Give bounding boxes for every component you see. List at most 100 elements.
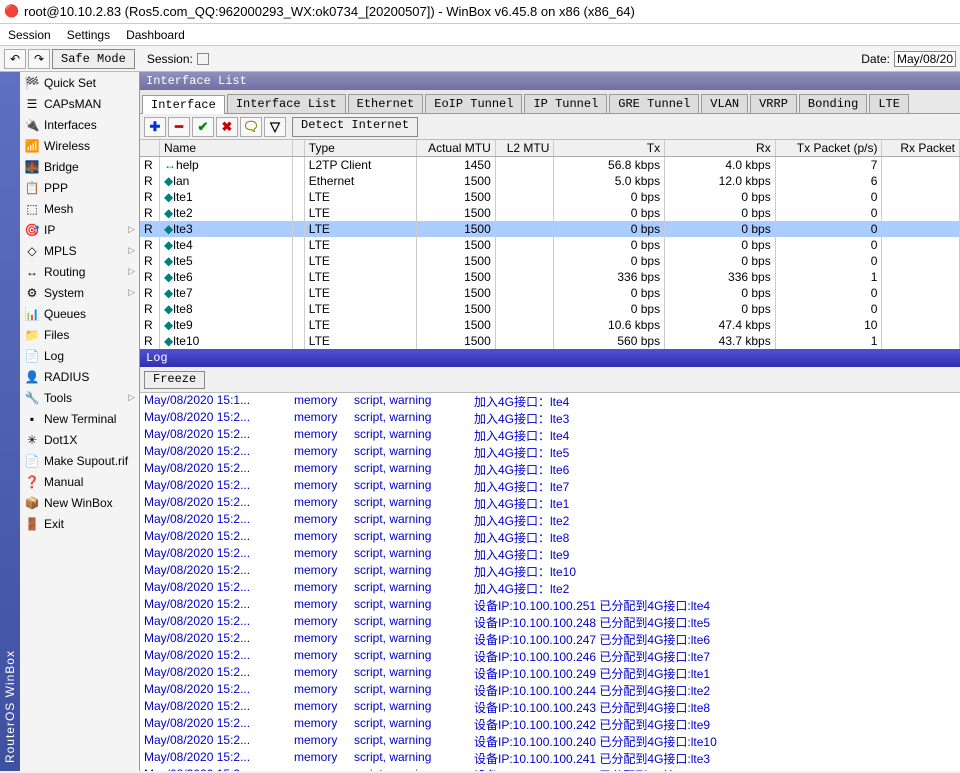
col-header[interactable] — [293, 140, 305, 157]
sidebar-item-mesh[interactable]: ⬚Mesh — [20, 198, 139, 219]
app-icon: 🔴 — [4, 4, 20, 20]
col-header[interactable]: Rx — [665, 140, 776, 157]
sidebar-item-label: MPLS — [44, 244, 77, 258]
tab-bonding[interactable]: Bonding — [799, 94, 867, 113]
col-header[interactable]: Type — [304, 140, 416, 157]
tab-vlan[interactable]: VLAN — [701, 94, 748, 113]
window-title: root@10.10.2.83 (Ros5.com_QQ:962000293_W… — [24, 4, 635, 19]
table-row[interactable]: R◆lte2LTE15000 bps0 bps0 — [140, 205, 960, 221]
table-row[interactable]: R◆lte10LTE1500560 bps43.7 kbps1 — [140, 333, 960, 349]
sidebar-item-label: New Terminal — [44, 412, 116, 426]
table-row[interactable]: R◆lte9LTE150010.6 kbps47.4 kbps10 — [140, 317, 960, 333]
menu-session[interactable]: Session — [8, 28, 51, 42]
undo-button[interactable]: ↶ — [4, 49, 26, 69]
tab-eoip-tunnel[interactable]: EoIP Tunnel — [425, 94, 522, 113]
sidebar-item-quick-set[interactable]: 🏁Quick Set — [20, 72, 139, 93]
tab-vrrp[interactable]: VRRP — [750, 94, 797, 113]
tab-lte[interactable]: LTE — [869, 94, 909, 113]
sidebar-item-ip[interactable]: 🎯IP▷ — [20, 219, 139, 240]
comment-button[interactable]: 🗨 — [240, 117, 262, 137]
expand-icon: ▷ — [128, 224, 135, 235]
log-line: May/08/2020 15:2...memoryscript, warning… — [144, 478, 956, 495]
sidebar-item-label: Quick Set — [44, 76, 96, 90]
table-row[interactable]: R◆lte1LTE15000 bps0 bps0 — [140, 189, 960, 205]
sidebar-item-radius[interactable]: 👤RADIUS — [20, 366, 139, 387]
sidebar-item-ppp[interactable]: 📋PPP — [20, 177, 139, 198]
table-row[interactable]: R◆lte7LTE15000 bps0 bps0 — [140, 285, 960, 301]
sidebar-item-capsman[interactable]: ☰CAPsMAN — [20, 93, 139, 114]
sidebar-item-label: Log — [44, 349, 64, 363]
menu-dashboard[interactable]: Dashboard — [126, 28, 185, 42]
sidebar-item-manual[interactable]: ❓Manual — [20, 471, 139, 492]
table-row[interactable]: R↔helpL2TP Client145056.8 kbps4.0 kbps7 — [140, 157, 960, 174]
sidebar-item-label: Routing — [44, 265, 85, 279]
enable-button[interactable]: ✔ — [192, 117, 214, 137]
table-row[interactable]: R◆lanEthernet15005.0 kbps12.0 kbps6 — [140, 173, 960, 189]
sidebar-item-new-terminal[interactable]: ▪ New Terminal — [20, 408, 139, 429]
sidebar-item-system[interactable]: ⚙System▷ — [20, 282, 139, 303]
sidebar-icon: ☰ — [24, 96, 40, 112]
sidebar-item-log[interactable]: 📄 Log — [20, 345, 139, 366]
interface-table-wrap[interactable]: Name TypeActual MTUL2 MTUTxRxTx Packet (p… — [140, 140, 960, 349]
remove-button[interactable]: ━ — [168, 117, 190, 137]
expand-icon: ▷ — [128, 287, 135, 298]
sidebar-item-queues[interactable]: 📊Queues — [20, 303, 139, 324]
tab-gre-tunnel[interactable]: GRE Tunnel — [609, 94, 699, 113]
safe-mode-button[interactable]: Safe Mode — [52, 49, 135, 69]
sidebar-icon: ↔ — [24, 264, 40, 280]
log-line: May/08/2020 15:2...memoryscript, warning… — [144, 648, 956, 665]
col-header[interactable] — [140, 140, 160, 157]
detect-internet-button[interactable]: Detect Internet — [292, 117, 418, 137]
sidebar-item-files[interactable]: 📁Files — [20, 324, 139, 345]
col-header[interactable]: Actual MTU — [417, 140, 496, 157]
sidebar-item-dot1x[interactable]: ✳Dot1X — [20, 429, 139, 450]
session-checkbox[interactable] — [197, 53, 209, 65]
sidebar-item-make-supout.rif[interactable]: 📄Make Supout.rif — [20, 450, 139, 471]
tab-ip-tunnel[interactable]: IP Tunnel — [524, 94, 607, 113]
tab-interface-list[interactable]: Interface List — [227, 94, 346, 113]
sidebar-icon: 📁 — [24, 327, 40, 343]
sidebar-item-bridge[interactable]: 🌉Bridge — [20, 156, 139, 177]
disable-button[interactable]: ✖ — [216, 117, 238, 137]
col-header[interactable]: Rx Packet — [882, 140, 960, 157]
sidebar-icon: ⚙ — [24, 285, 40, 301]
sidebar-item-new-winbox[interactable]: 📦New WinBox — [20, 492, 139, 513]
tab-interface[interactable]: Interface — [142, 95, 225, 114]
sidebar-icon: 📋 — [24, 180, 40, 196]
col-header[interactable]: Name — [160, 140, 293, 157]
log-line: May/08/2020 15:2...memoryscript, warning… — [144, 699, 956, 716]
menu-settings[interactable]: Settings — [67, 28, 110, 42]
sidebar-item-mpls[interactable]: ◇MPLS▷ — [20, 240, 139, 261]
sidebar-icon: ▪ — [24, 411, 40, 427]
sidebar-item-tools[interactable]: 🔧Tools▷ — [20, 387, 139, 408]
session-label: Session: — [147, 52, 209, 66]
table-row[interactable]: R◆lte3LTE15000 bps0 bps0 — [140, 221, 960, 237]
log-body[interactable]: May/08/2020 15:1...memoryscript, warning… — [140, 393, 960, 771]
content-area: Interface List InterfaceInterface ListEt… — [140, 72, 960, 771]
tab-ethernet[interactable]: Ethernet — [348, 94, 424, 113]
col-header[interactable]: Tx Packet (p/s) — [775, 140, 882, 157]
add-button[interactable]: ✚ — [144, 117, 166, 137]
log-toolbar: Freeze — [140, 367, 960, 393]
col-header[interactable]: Tx — [554, 140, 665, 157]
brand-text: RouterOS WinBox — [3, 650, 17, 763]
freeze-button[interactable]: Freeze — [144, 371, 205, 389]
sidebar-icon: 📄 — [24, 348, 40, 364]
filter-button[interactable]: ▽ — [264, 117, 286, 137]
sidebar-icon: 🔧 — [24, 390, 40, 406]
table-row[interactable]: R◆lte8LTE15000 bps0 bps0 — [140, 301, 960, 317]
sidebar-item-interfaces[interactable]: 🔌Interfaces — [20, 114, 139, 135]
table-row[interactable]: R◆lte6LTE1500336 bps336 bps1 — [140, 269, 960, 285]
sidebar-item-exit[interactable]: 🚪Exit — [20, 513, 139, 534]
col-header[interactable]: L2 MTU — [495, 140, 554, 157]
redo-button[interactable]: ↷ — [28, 49, 50, 69]
sidebar-item-wireless[interactable]: 📶Wireless — [20, 135, 139, 156]
log-line: May/08/2020 15:2...memoryscript, warning… — [144, 529, 956, 546]
sidebar-item-routing[interactable]: ↔Routing▷ — [20, 261, 139, 282]
sidebar-icon: ◇ — [24, 243, 40, 259]
sidebar-item-label: Make Supout.rif — [44, 454, 128, 468]
menu-bar: Session Settings Dashboard — [0, 24, 960, 46]
table-row[interactable]: R◆lte5LTE15000 bps0 bps0 — [140, 253, 960, 269]
log-line: May/08/2020 15:2...memoryscript, warning… — [144, 444, 956, 461]
table-row[interactable]: R◆lte4LTE15000 bps0 bps0 — [140, 237, 960, 253]
